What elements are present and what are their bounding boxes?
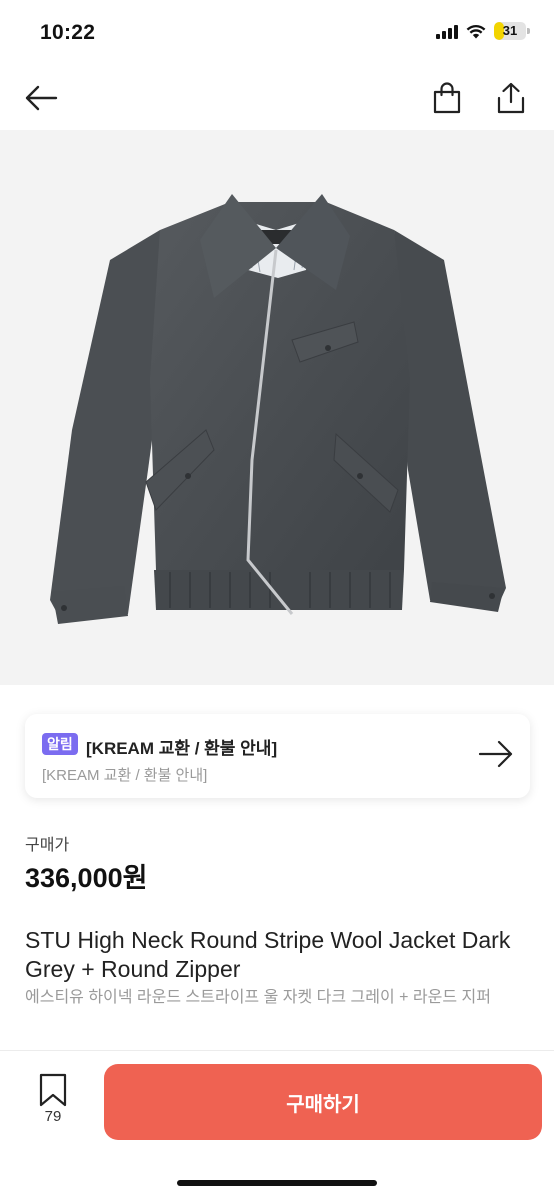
bookmark-icon: [39, 1073, 67, 1107]
wifi-icon: [466, 24, 486, 38]
product-name-korean: 에스티유 하이넥 라운드 스트라이프 울 자켓 다크 그레이 + 라운드 지퍼: [25, 989, 491, 1006]
status-bar: 10:22 31: [0, 0, 554, 66]
nav-bar: [0, 66, 554, 130]
battery-level: 31: [502, 23, 518, 38]
shopping-bag-icon: [433, 82, 461, 114]
notice-badge: 알림: [42, 733, 78, 755]
share-button[interactable]: [491, 78, 531, 118]
home-indicator: [177, 1180, 377, 1186]
arrow-left-icon: [25, 85, 58, 111]
notice-subtitle: [KREAM 교환 / 환불 안내]: [42, 767, 208, 784]
bottom-divider: [0, 1050, 554, 1051]
share-icon: [497, 82, 525, 114]
price-label: 구매가: [25, 837, 70, 854]
notice-title: [KREAM 교환 / 환불 안내]: [86, 739, 278, 758]
shopping-bag-button[interactable]: [427, 78, 467, 118]
cellular-signal-icon: [436, 23, 458, 39]
battery-icon: 31: [494, 22, 530, 40]
jacket-illustration: [50, 194, 506, 624]
status-time: 10:22: [40, 21, 96, 44]
price-value: 336,000원: [25, 863, 148, 893]
product-image[interactable]: [0, 130, 554, 685]
arrow-right-icon: [478, 740, 513, 768]
buy-button[interactable]: 구매하기: [104, 1064, 542, 1140]
bookmark-button[interactable]: 79: [32, 1073, 74, 1133]
product-name: STU High Neck Round Stripe Wool Jacket D…: [25, 927, 511, 982]
notice-card[interactable]: 알림 [KREAM 교환 / 환불 안내] [KREAM 교환 / 환불 안내]: [25, 714, 530, 798]
back-button[interactable]: [21, 78, 61, 118]
status-indicators: 31: [436, 22, 530, 40]
bookmark-count: 79: [44, 1108, 62, 1125]
